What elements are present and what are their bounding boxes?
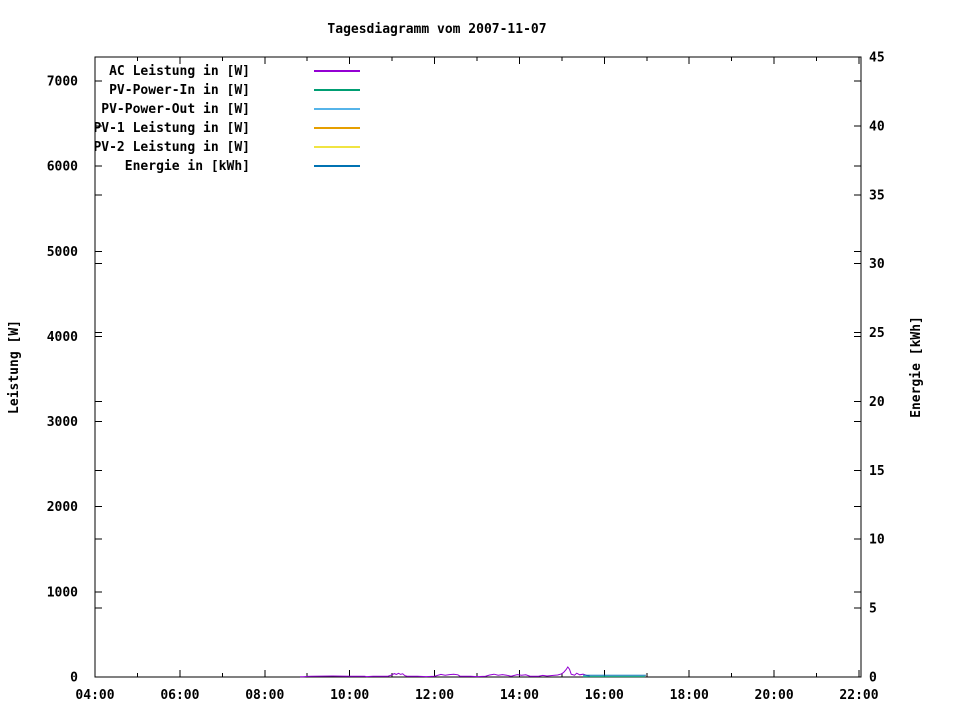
legend-label: PV-2 Leistung in [W] xyxy=(93,140,250,155)
y-tick-label: 4000 xyxy=(47,330,78,345)
y2-tick-label: 10 xyxy=(869,533,885,548)
x-tick-label: 10:00 xyxy=(330,688,369,703)
y-tick-label: 7000 xyxy=(47,75,78,90)
x-tick-label: 22:00 xyxy=(839,688,878,703)
y2-tick-label: 5 xyxy=(869,602,877,617)
legend-label: Energie in [kWh] xyxy=(125,159,250,174)
legend-label: PV-Power-In in [W] xyxy=(109,83,250,98)
y-tick-label: 3000 xyxy=(47,415,78,430)
y2-tick-label: 0 xyxy=(869,671,877,686)
y-tick-label: 5000 xyxy=(47,245,78,260)
chart-title: Tagesdiagramm vom 2007-11-07 xyxy=(327,22,546,37)
plot-area: 04:00 06:00 08:00 10:00 12:00 14:00 16:00 18:00… xyxy=(7,22,924,703)
x-tick-label: 08:00 xyxy=(245,688,284,703)
x-tick-label: 16:00 xyxy=(585,688,624,703)
y-tick-label: 0 xyxy=(70,671,78,686)
legend-label: PV-Power-Out in [W] xyxy=(101,102,250,117)
y-tick-label: 6000 xyxy=(47,160,78,175)
x-tick-label: 14:00 xyxy=(500,688,539,703)
y-tick-label: 1000 xyxy=(47,585,78,600)
y2-axis-label: Energie [kWh] xyxy=(909,316,924,418)
series-line-ac-leistung-in-w xyxy=(300,666,591,678)
y2-tick-label: 45 xyxy=(869,51,885,66)
legend-label: PV-1 Leistung in [W] xyxy=(93,121,250,136)
x-tick-label: 20:00 xyxy=(755,688,794,703)
x-tick-label: 06:00 xyxy=(160,688,199,703)
chart-canvas: 04:00 06:00 08:00 10:00 12:00 14:00 16:00 18:00… xyxy=(0,0,960,720)
x-tick-label: 12:00 xyxy=(415,688,454,703)
legend-label: AC Leistung in [W] xyxy=(109,64,250,79)
y2-tick-label: 25 xyxy=(869,326,885,341)
y2-tick-label: 40 xyxy=(869,119,885,134)
y2-tick-label: 35 xyxy=(869,188,885,203)
y2-tick-label: 30 xyxy=(869,257,885,272)
y-axis-label: Leistung [W] xyxy=(7,320,22,414)
x-tick-label: 18:00 xyxy=(670,688,709,703)
x-tick-label: 04:00 xyxy=(75,688,114,703)
y2-tick-label: 15 xyxy=(869,464,885,479)
y-tick-label: 2000 xyxy=(47,500,78,515)
y2-tick-label: 20 xyxy=(869,395,885,410)
